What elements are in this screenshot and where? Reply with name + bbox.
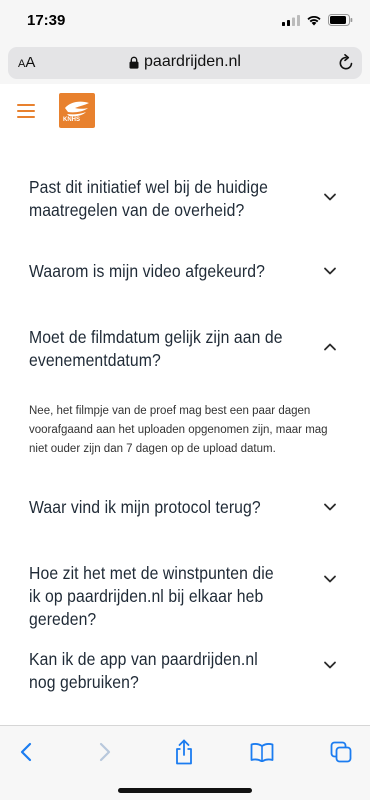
faq-question[interactable]: Past dit initiatief wel bij de huidige m… (29, 176, 286, 222)
logo-text: KNHS (63, 117, 81, 123)
faq-item[interactable]: Moet de filmdatum gelijk zijn aan de eve… (0, 324, 370, 464)
faq-question[interactable]: Waar vind ik mijn protocol terug? (29, 496, 286, 519)
chevron-down-icon[interactable] (323, 192, 337, 202)
chevron-up-icon[interactable] (323, 342, 337, 352)
faq-answer: Nee, het filmpje van de proef mag best e… (29, 405, 328, 455)
back-icon (20, 742, 32, 762)
tabs-button[interactable] (328, 739, 354, 765)
chevron-down-icon[interactable] (323, 266, 337, 276)
hamburger-menu-icon[interactable] (17, 104, 35, 118)
status-bar: 17:39 (0, 0, 370, 44)
faq-item[interactable]: Waar vind ik mijn protocol terug? (0, 494, 370, 522)
faq-item[interactable]: Hoe zit het met de winstpunten die ik op… (0, 560, 370, 629)
site-header: KNHS (0, 84, 370, 142)
faq-item[interactable]: Waarom is mijn video afgekeurd? (0, 258, 370, 286)
faq-question[interactable]: Hoe zit het met de winstpunten die ik op… (29, 562, 286, 631)
status-time: 17:39 (27, 12, 66, 29)
bookmarks-icon (250, 743, 274, 762)
browser-address-area: AA paardrijden.nl (0, 44, 370, 84)
reload-icon[interactable] (338, 54, 354, 71)
back-button[interactable] (13, 739, 39, 765)
faq-question[interactable]: Kan ik de app van paardrijden.nl nog geb… (29, 648, 286, 694)
faq-item[interactable]: Kan ik de app van paardrijden.nl nog geb… (0, 646, 370, 694)
url-text: paardrijden.nl (144, 53, 241, 70)
bookmarks-button[interactable] (249, 739, 275, 765)
status-icons (282, 14, 353, 26)
faq-question[interactable]: Waarom is mijn video afgekeurd? (29, 260, 286, 283)
chevron-down-icon[interactable] (323, 502, 337, 512)
share-button[interactable] (171, 739, 197, 765)
knhs-logo[interactable]: KNHS (59, 93, 95, 128)
faq-item[interactable]: Past dit initiatief wel bij de huidige m… (0, 174, 370, 222)
home-indicator (118, 788, 252, 793)
share-icon (176, 739, 192, 765)
faq-question[interactable]: Moet de filmdatum gelijk zijn aan de eve… (29, 326, 286, 372)
address-bar[interactable]: AA paardrijden.nl (8, 47, 362, 79)
battery-icon (328, 14, 353, 26)
forward-button[interactable] (92, 739, 118, 765)
url-display[interactable]: paardrijden.nl (8, 53, 362, 71)
chevron-down-icon[interactable] (323, 660, 337, 670)
forward-icon (99, 742, 111, 762)
lock-icon (129, 56, 139, 69)
cellular-signal-icon (282, 14, 300, 26)
chevron-down-icon[interactable] (323, 574, 337, 584)
tabs-icon (330, 741, 352, 763)
wifi-icon (307, 15, 321, 26)
